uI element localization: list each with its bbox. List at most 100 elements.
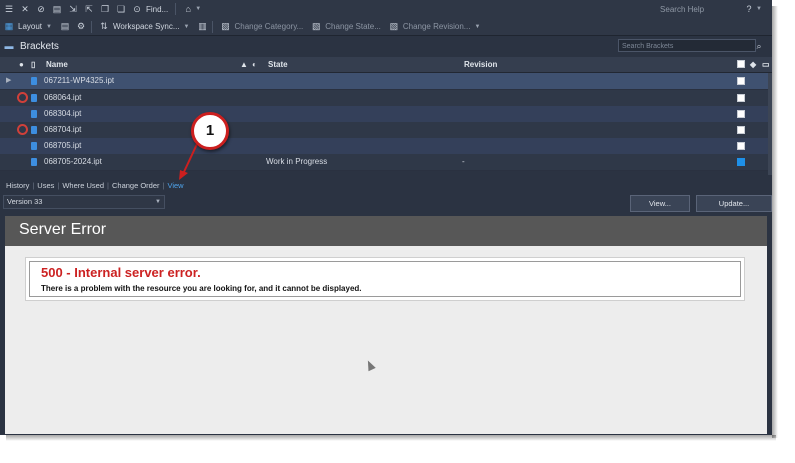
error-box: 500 - Internal server error. There is a …	[25, 257, 745, 301]
version-value: Version 33	[7, 197, 43, 206]
error-header-title: Server Error	[19, 221, 107, 238]
file-icon	[31, 126, 37, 134]
row-checkbox[interactable]	[737, 77, 745, 85]
new-file-icon[interactable]: ▤	[50, 2, 64, 16]
refresh-icon[interactable]: ▥	[195, 20, 209, 34]
folder-icon: ▬	[4, 41, 14, 51]
checkin-icon[interactable]: ⇱	[82, 2, 96, 16]
layout-icon: ▦	[4, 21, 14, 31]
menu-icon[interactable]: ☰	[2, 2, 16, 16]
select-all-checkbox[interactable]	[737, 60, 745, 68]
delete-icon[interactable]: ✕	[18, 2, 32, 16]
main-toolbar: ☰ ✕ ⊘ ▤ ⇲ ⇱ ❐ ❏ ⊙ Find... ⌂ ▼ Search Hel…	[0, 0, 772, 19]
file-name[interactable]: 067211-WP4325.ipt	[44, 73, 114, 89]
file-icon	[31, 142, 37, 150]
help-search-input[interactable]: Search Help	[660, 5, 740, 14]
find-button[interactable]: Find...	[146, 5, 168, 14]
change-revision-icon: ▧	[389, 21, 399, 31]
view-button[interactable]: View...	[630, 195, 690, 212]
toolbar-divider	[90, 20, 92, 33]
chevron-down-icon[interactable]: ▼	[184, 24, 190, 30]
column-name[interactable]: Name	[46, 57, 68, 72]
row-checkbox[interactable]	[737, 126, 745, 134]
row-checkbox[interactable]	[737, 110, 745, 118]
workspace-sync-button[interactable]: Workspace Sync...	[113, 22, 180, 31]
error-header: Server Error	[5, 216, 767, 246]
list-icon[interactable]: ▤	[58, 20, 72, 34]
change-category-button[interactable]: Change Category...	[234, 22, 303, 31]
version-select[interactable]: Version 33 ▼	[3, 195, 165, 209]
callout-number: 1	[205, 122, 215, 139]
file-column-icon[interactable]: ▯	[31, 57, 35, 72]
row-checkbox[interactable]	[737, 94, 745, 102]
search-input[interactable]: Search Brackets	[618, 39, 756, 52]
file-icon	[31, 110, 37, 118]
help-area: Search Help ? ▼	[660, 0, 766, 18]
file-name[interactable]: 068705.ipt	[44, 138, 81, 154]
tab-where-used[interactable]: Where Used	[59, 181, 107, 190]
file-icon	[31, 77, 37, 85]
table-row[interactable]: 068304.ipt	[0, 106, 772, 123]
change-state-icon: ▧	[312, 21, 321, 31]
copy-icon[interactable]: ❐	[98, 2, 112, 16]
checkout-icon[interactable]: ⇲	[66, 2, 80, 16]
secondary-toolbar: ▦ Layout ▼ ▤ ⚙ ⇅ Workspace Sync... ▼ ▥ ▧…	[0, 18, 772, 36]
tag-icon[interactable]: ◆	[750, 57, 756, 72]
file-name[interactable]: 068064.ipt	[44, 90, 81, 106]
preview-panel: Server Error 500 - Internal server error…	[5, 216, 767, 434]
chevron-down-icon[interactable]: ▼	[46, 24, 52, 30]
chevron-right-icon[interactable]: ▶	[6, 73, 11, 89]
toolbar-divider	[175, 3, 177, 15]
pin-icon[interactable]: ◐	[252, 57, 257, 72]
change-category-icon: ▧	[221, 21, 230, 31]
help-icon[interactable]: ?	[742, 2, 756, 16]
row-checkbox[interactable]	[737, 158, 745, 166]
find-icon[interactable]: ⊙	[130, 2, 144, 16]
file-name[interactable]: 068705-2024.ipt	[44, 154, 102, 170]
toolbar-divider	[212, 20, 214, 33]
table-row[interactable]: 068705.ipt	[0, 138, 772, 155]
file-state: Work in Progress	[266, 157, 328, 166]
file-icon	[31, 94, 37, 102]
copy-icon[interactable]: ▭	[762, 57, 770, 72]
error-message: There is a problem with the resource you…	[41, 284, 362, 293]
tab-history[interactable]: History	[0, 181, 32, 190]
column-revision[interactable]: Revision	[464, 57, 497, 72]
update-button[interactable]: Update...	[696, 195, 772, 212]
sort-asc-icon[interactable]: ▲	[240, 57, 248, 72]
chevron-down-icon: ▼	[155, 199, 161, 205]
paste-icon[interactable]: ❏	[114, 2, 128, 16]
error-title: 500 - Internal server error.	[41, 265, 201, 280]
change-state-button[interactable]: Change State...	[325, 22, 381, 31]
sync-warning-icon	[17, 124, 28, 135]
chevron-down-icon[interactable]: ▼	[756, 6, 762, 12]
page-title: Brackets	[20, 40, 59, 52]
file-name[interactable]: 068304.ipt	[44, 106, 81, 122]
vault-window: ☰ ✕ ⊘ ▤ ⇲ ⇱ ❐ ❏ ⊙ Find... ⌂ ▼ Search Hel…	[0, 0, 772, 435]
error-box-inner: 500 - Internal server error. There is a …	[29, 261, 741, 297]
folder-title-bar: ▬ Brackets Search Brackets ⌕	[0, 36, 772, 56]
tab-uses[interactable]: Uses	[34, 181, 57, 190]
tools-icon[interactable]: ⌂	[181, 2, 195, 16]
table-row[interactable]: 068705-2024.ipt Work in Progress -	[0, 154, 772, 171]
layout-button[interactable]: Layout	[18, 22, 42, 31]
table-row[interactable]: 068704.ipt	[0, 122, 772, 139]
tab-change-order[interactable]: Change Order	[109, 181, 163, 190]
attach-icon[interactable]: ⊘	[34, 2, 48, 16]
chevron-down-icon[interactable]: ▼	[195, 6, 201, 12]
sync-warning-icon	[17, 92, 28, 103]
torn-edge-shadow	[772, 6, 778, 438]
callout-badge: 1	[191, 112, 229, 150]
file-icon	[31, 158, 37, 166]
table-row[interactable]: ▶ 067211-WP4325.ipt	[0, 73, 772, 90]
settings-icon[interactable]: ⚙	[74, 20, 88, 34]
table-row[interactable]: 068064.ipt	[0, 90, 772, 107]
change-revision-button[interactable]: Change Revision...	[403, 22, 471, 31]
row-checkbox[interactable]	[737, 142, 745, 150]
column-state[interactable]: State	[268, 57, 288, 72]
file-name[interactable]: 068704.ipt	[44, 122, 81, 138]
status-column-icon[interactable]: ●	[19, 57, 24, 72]
search-icon[interactable]: ⌕	[752, 39, 766, 53]
chevron-down-icon[interactable]: ▼	[474, 24, 480, 30]
grid-header: ● ▯ Name ▲ ◐ State Revision ◆ ▭	[0, 57, 772, 73]
